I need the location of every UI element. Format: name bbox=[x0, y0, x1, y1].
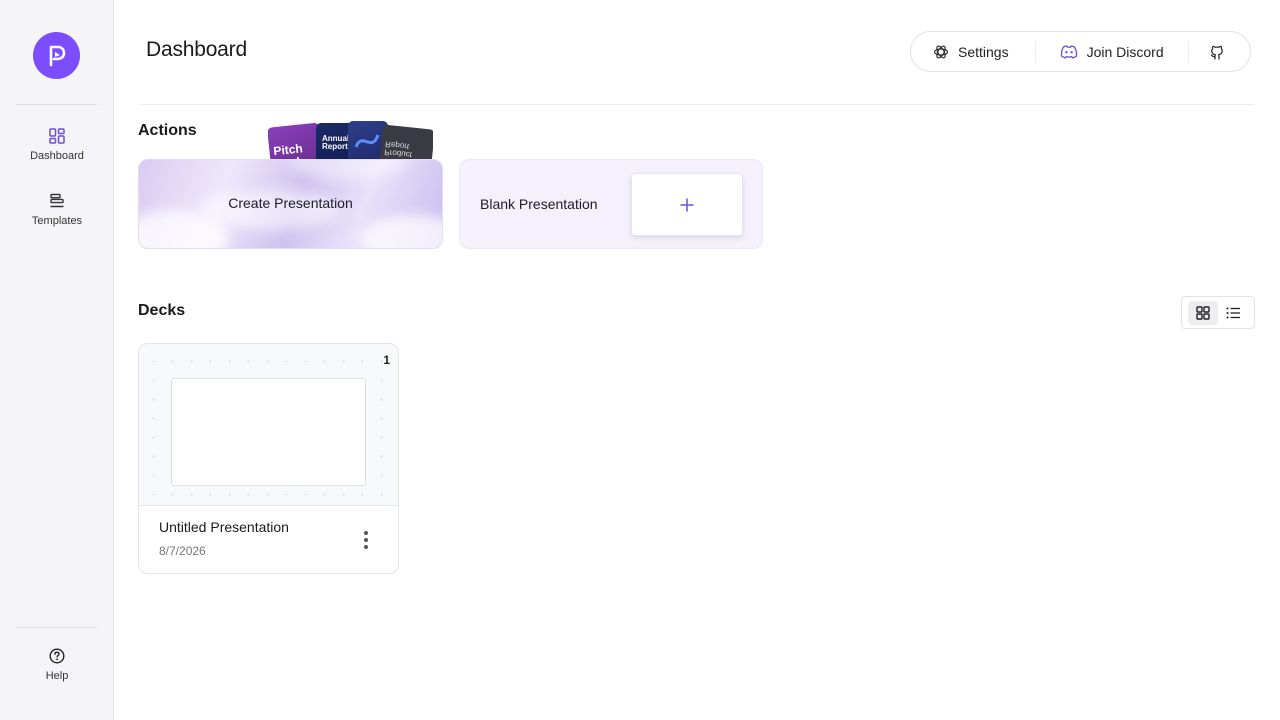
dashboard-grid-icon bbox=[49, 128, 65, 144]
sidebar-item-label: Dashboard bbox=[30, 150, 84, 162]
discord-icon bbox=[1060, 44, 1077, 59]
pill-separator bbox=[1034, 40, 1036, 63]
template-thumb-label: Pitch Deck bbox=[272, 141, 304, 161]
sidebar-item-dashboard[interactable]: Dashboard bbox=[0, 128, 114, 162]
grid-view-icon bbox=[1195, 305, 1210, 320]
join-discord-label: Join Discord bbox=[1086, 43, 1164, 60]
sidebar: Dashboard Templates Help bbox=[0, 0, 114, 720]
header-divider bbox=[140, 104, 1255, 105]
create-presentation-card[interactable]: Create Presentation bbox=[138, 159, 443, 249]
join-discord-button[interactable]: Join Discord bbox=[1060, 32, 1164, 71]
more-vertical-icon bbox=[364, 545, 368, 549]
sidebar-item-templates[interactable]: Templates bbox=[0, 193, 114, 227]
templates-list-icon bbox=[50, 193, 64, 208]
sidebar-item-label: Templates bbox=[31, 215, 83, 227]
blank-presentation-card[interactable]: Blank Presentation bbox=[459, 159, 763, 249]
view-mode-toggle bbox=[1181, 296, 1255, 329]
help-circle-icon bbox=[49, 648, 65, 664]
cloud-decoration bbox=[289, 160, 409, 180]
template-preview-stack: Pitch Deck Annual Report Product Report bbox=[268, 121, 433, 161]
sidebar-divider-bottom bbox=[16, 627, 97, 628]
template-thumb-label: Product Report bbox=[383, 139, 413, 160]
plus-icon bbox=[680, 197, 694, 212]
template-thumb-product-report: Product Report bbox=[377, 124, 433, 161]
more-vertical-icon bbox=[364, 538, 368, 542]
pill-separator bbox=[1187, 40, 1189, 63]
create-presentation-label: Create Presentation bbox=[228, 195, 353, 211]
decks-section-title: Decks bbox=[138, 302, 186, 319]
sidebar-divider-top bbox=[16, 104, 97, 105]
actions-section-title: Actions bbox=[138, 122, 197, 139]
settings-button[interactable]: Settings bbox=[933, 32, 1009, 71]
settings-label: Settings bbox=[958, 43, 1009, 60]
list-view-icon bbox=[1226, 307, 1240, 318]
blank-presentation-label: Blank Presentation bbox=[480, 196, 598, 212]
grid-view-button[interactable] bbox=[1187, 300, 1218, 325]
deck-thumbnail-area: 1 bbox=[139, 344, 398, 506]
cloud-decoration bbox=[359, 215, 442, 248]
sidebar-item-help[interactable]: Help bbox=[0, 648, 114, 682]
app-logo[interactable] bbox=[33, 32, 80, 79]
blank-presentation-preview[interactable] bbox=[631, 173, 743, 236]
app-root: Dashboard Templates Help Dashboard Setti… bbox=[0, 0, 1280, 720]
page-title: Dashboard bbox=[146, 38, 247, 61]
logo-mark-icon bbox=[49, 45, 65, 66]
deck-slide-count: 1 bbox=[383, 353, 390, 367]
header-actions: Settings Join Discord bbox=[910, 31, 1251, 72]
wave-decoration-icon bbox=[354, 134, 380, 148]
deck-more-menu-button[interactable] bbox=[356, 528, 376, 552]
deck-card[interactable]: 1 Untitled Presentation 8/7/2026 bbox=[138, 343, 399, 574]
deck-slide-thumbnail bbox=[171, 378, 366, 486]
more-vertical-icon bbox=[364, 531, 368, 535]
list-view-button[interactable] bbox=[1219, 301, 1249, 325]
openai-settings-icon bbox=[933, 45, 949, 58]
deck-date: 8/7/2026 bbox=[159, 544, 206, 558]
sidebar-item-label: Help bbox=[45, 670, 69, 682]
github-icon bbox=[1210, 45, 1223, 60]
deck-title: Untitled Presentation bbox=[159, 519, 289, 535]
github-button[interactable] bbox=[1209, 32, 1225, 71]
